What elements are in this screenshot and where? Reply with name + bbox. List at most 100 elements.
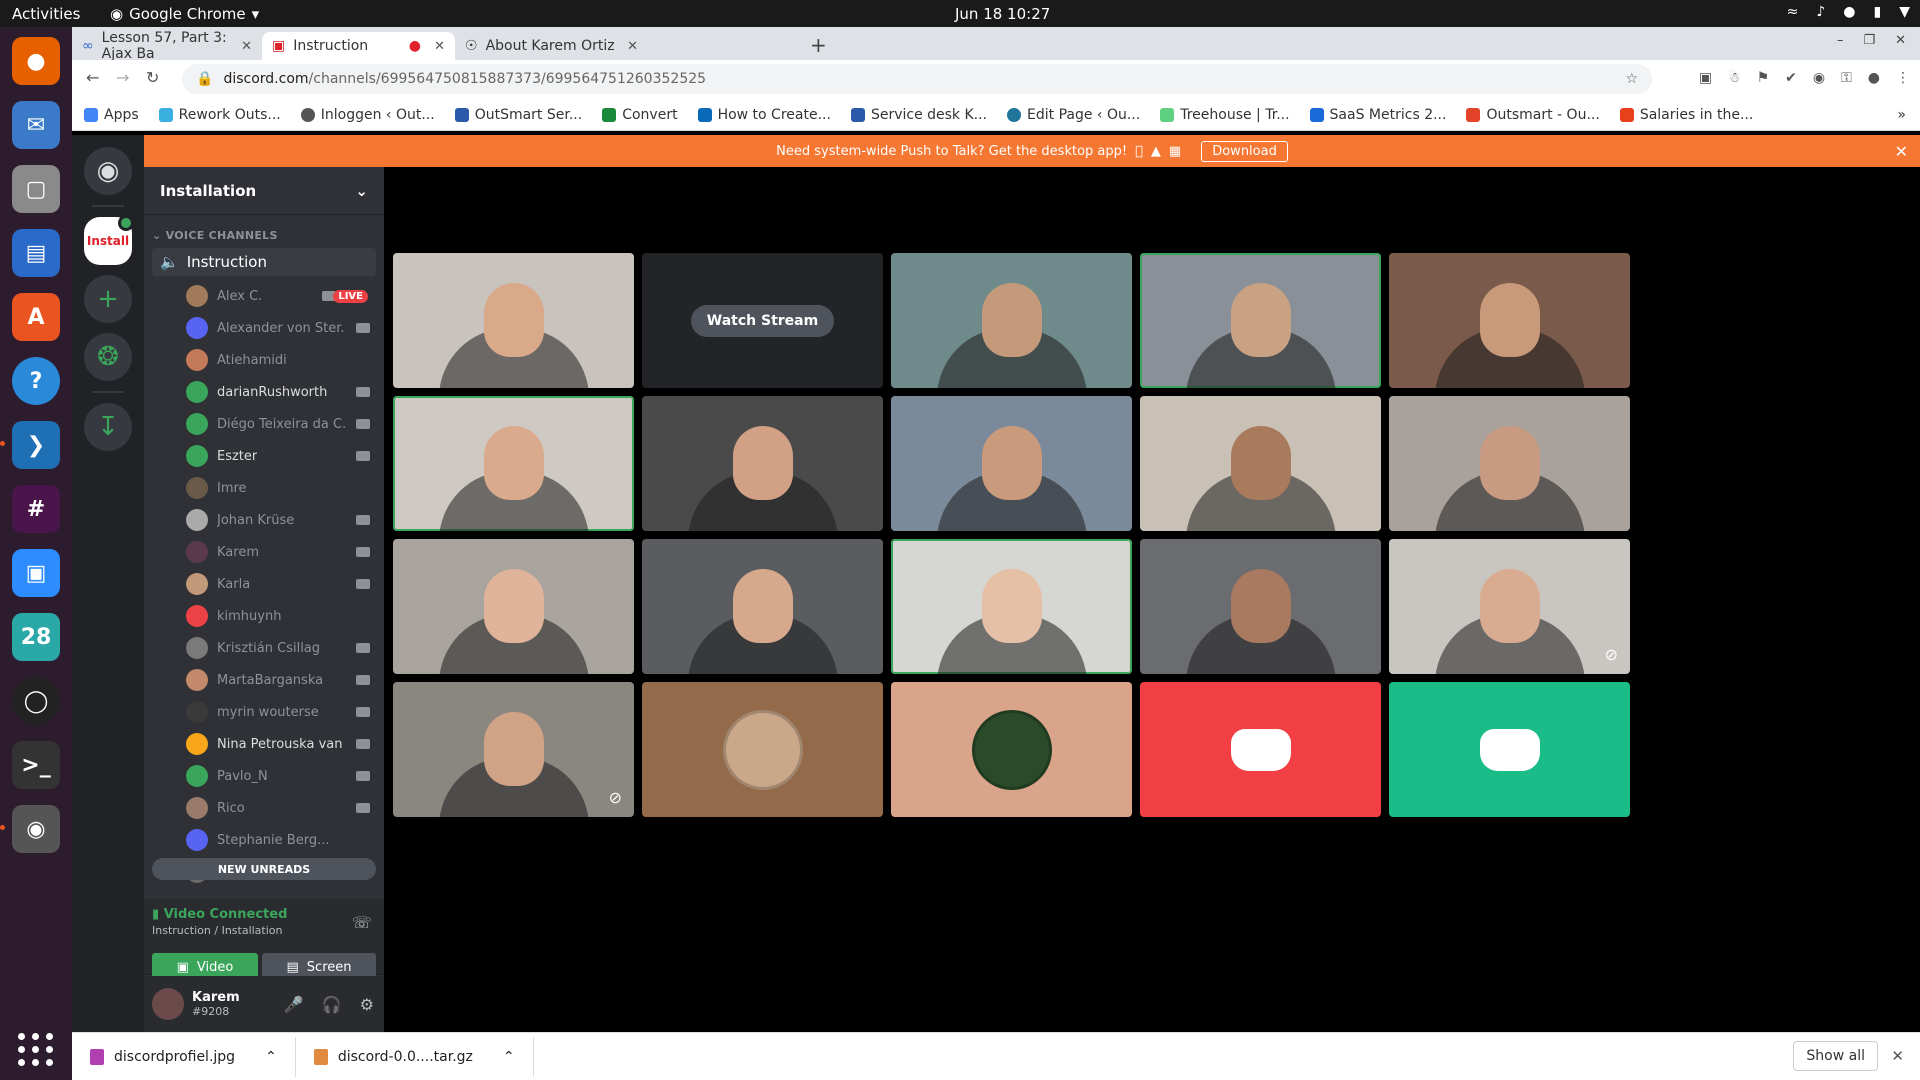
connection-status[interactable]: ▮ Video Connected (152, 907, 376, 922)
chevron-up-icon[interactable]: ⌃ (503, 1049, 515, 1065)
voice-member[interactable]: Pavlo_N (144, 760, 384, 792)
minimize-icon[interactable]: – (1837, 33, 1844, 48)
restore-icon[interactable]: ❐ (1863, 33, 1875, 48)
app-menu[interactable]: ◉ Google Chrome ▾ (110, 5, 259, 23)
voice-member[interactable]: Alex C. LIVE (144, 280, 384, 312)
tab-instruction[interactable]: ▣ Instruction ● ✕ (262, 32, 455, 60)
bookmark-item[interactable]: OutSmart Ser... (454, 107, 582, 123)
video-tile[interactable]: ⊘ (393, 682, 634, 817)
avatar[interactable] (152, 988, 184, 1020)
tab-about-karem[interactable]: ☉ About Karem Ortiz ✕ (455, 32, 648, 60)
close-window-icon[interactable]: ✕ (1895, 33, 1906, 48)
video-tile[interactable] (1389, 396, 1630, 531)
video-tile[interactable] (891, 253, 1132, 388)
new-unreads-pill[interactable]: NEW UNREADS (152, 858, 376, 880)
slack-icon[interactable]: # (12, 485, 60, 533)
download-apps-icon[interactable]: ↧ (84, 403, 132, 451)
voice-member[interactable]: Diégo Teixeira da C... (144, 408, 384, 440)
video-tile[interactable] (891, 682, 1132, 817)
voice-member[interactable]: Rico (144, 792, 384, 824)
software-center-icon[interactable]: A (12, 293, 60, 341)
bookmark-item[interactable]: Salaries in the... (1619, 107, 1753, 123)
obs-icon[interactable]: ◯ (12, 677, 60, 725)
video-tile[interactable] (1389, 682, 1630, 817)
bookmark-item[interactable]: Inloggen ‹ Out... (300, 107, 435, 123)
microphone-icon[interactable]: 🎤 (284, 995, 304, 1014)
show-all-downloads-button[interactable]: Show all (1793, 1041, 1878, 1071)
video-tile[interactable]: Watch Stream (642, 253, 883, 388)
video-tile[interactable] (1140, 539, 1381, 674)
banner-download-button[interactable]: Download (1201, 140, 1288, 162)
server-header[interactable]: Installation ⌄ (144, 167, 384, 215)
key-icon[interactable]: ⚿ (1841, 70, 1852, 86)
bookmark-item[interactable]: Convert (602, 107, 678, 123)
add-server-icon[interactable]: + (84, 275, 132, 323)
chrome-dock-icon[interactable]: ◉ (0, 805, 60, 853)
close-tab-icon[interactable]: ✕ (627, 39, 638, 54)
video-tile[interactable] (393, 539, 634, 674)
voice-member[interactable]: Krisztián Csillag (144, 632, 384, 664)
voice-member[interactable]: Atiehamidi (144, 344, 384, 376)
new-tab-button[interactable]: + (810, 33, 827, 57)
disconnect-icon[interactable]: ☏ (352, 913, 372, 932)
voice-member[interactable]: myrin wouterse (144, 696, 384, 728)
bookmark-item[interactable]: How to Create... (697, 107, 831, 123)
thunderbird-icon[interactable]: ✉ (12, 101, 60, 149)
profile-avatar[interactable]: ● (1868, 70, 1880, 86)
voice-member[interactable]: Johan Krüse (144, 504, 384, 536)
voice-member[interactable]: Stephanie Berg... (144, 824, 384, 856)
video-tile[interactable] (891, 396, 1132, 531)
video-tile[interactable] (1140, 253, 1381, 388)
bookmark-item[interactable]: Rework Outs... (158, 107, 281, 123)
voice-member[interactable]: MartaBarganska (144, 664, 384, 696)
extension-icon[interactable]: ⚑ (1757, 70, 1770, 86)
voice-member[interactable]: Alexander von Ster... (144, 312, 384, 344)
firefox-icon[interactable]: ● (12, 37, 60, 85)
voice-member[interactable]: Karem (144, 536, 384, 568)
voice-member[interactable]: Eszter (144, 440, 384, 472)
files-icon[interactable]: ▢ (12, 165, 60, 213)
activities-button[interactable]: Activities (12, 5, 80, 23)
discord-home-icon[interactable]: ◉ (84, 147, 132, 195)
video-tile[interactable] (642, 682, 883, 817)
bookmark-item[interactable]: SaaS Metrics 2... (1309, 107, 1446, 123)
settings-gear-icon[interactable]: ⚙ (360, 995, 374, 1014)
calendar-icon[interactable]: 28 (12, 613, 60, 661)
clock[interactable]: Jun 18 10:27 (955, 5, 1050, 23)
extension-icon[interactable]: ✔ (1785, 70, 1797, 86)
reload-icon[interactable]: ↻ (146, 68, 159, 87)
download-item[interactable]: discordprofiel.jpg ⌃ (72, 1036, 296, 1077)
category-voice-channels[interactable]: ⌄ VOICE CHANNELS (152, 229, 384, 242)
terminal-icon[interactable]: >_ (12, 741, 60, 789)
back-icon[interactable]: ← (86, 68, 99, 87)
voice-member[interactable]: kimhuynh (144, 600, 384, 632)
watch-stream-button[interactable]: Watch Stream (690, 304, 835, 337)
close-tab-icon[interactable]: ✕ (241, 39, 252, 54)
bookmark-item[interactable]: Edit Page ‹ Ou... (1007, 107, 1140, 123)
show-apps-icon[interactable] (18, 1033, 54, 1066)
video-tile[interactable] (1389, 253, 1630, 388)
banner-close-icon[interactable]: ✕ (1895, 142, 1908, 161)
extension-icon[interactable]: ☃ (1728, 70, 1741, 86)
menu-kebab-icon[interactable]: ⋮ (1896, 70, 1910, 86)
video-tile[interactable] (642, 396, 883, 531)
vscode-icon[interactable]: ❯ (0, 421, 60, 469)
close-downloads-bar-icon[interactable]: ✕ (1891, 1047, 1904, 1065)
forward-icon[interactable]: → (116, 68, 129, 87)
video-tile[interactable] (393, 253, 634, 388)
voice-channel-instruction[interactable]: 🔈 Instruction (152, 248, 376, 276)
close-tab-icon[interactable]: ✕ (434, 39, 445, 54)
voice-member[interactable]: Nina Petrouska van ... (144, 728, 384, 760)
video-tile[interactable] (1140, 396, 1381, 531)
bookmark-item[interactable]: Apps (84, 107, 139, 123)
video-tile[interactable] (891, 539, 1132, 674)
download-item[interactable]: discord-0.0....tar.gz ⌃ (296, 1036, 534, 1077)
video-tile[interactable] (393, 396, 634, 531)
video-tile[interactable] (642, 539, 883, 674)
bookmark-star-icon[interactable]: ☆ (1625, 71, 1638, 87)
url-field[interactable]: 🔒 discord.com/channels/69956475081588737… (182, 64, 1652, 94)
video-tile[interactable] (1140, 682, 1381, 817)
tab-lesson[interactable]: ∞ Lesson 57, Part 3: Ajax Ba ✕ (72, 30, 262, 62)
bookmark-item[interactable]: Outsmart - Ou... (1466, 107, 1600, 123)
voice-member[interactable]: Karla (144, 568, 384, 600)
